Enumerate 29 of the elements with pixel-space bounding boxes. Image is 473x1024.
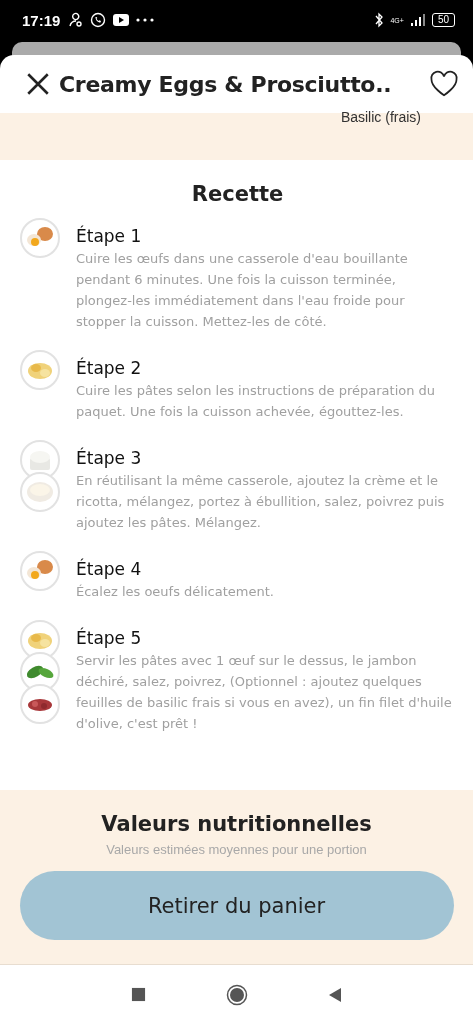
- signal-icon: [409, 13, 426, 27]
- step-text: En réutilisant la même casserole, ajoutez la crème et le ricotta, mélangez, portez à ébullition, salez, poivrez puis ajoutez les pâtes. Mélangez.: [76, 472, 446, 532]
- home-icon[interactable]: [226, 983, 248, 1006]
- step-text: Servir les pâtes avec 1 œuf sur le dessus, le jambon déchiré, salez, poivrez, (Optionnel : ajoutez quelques feuilles de basilic frais si vous en avez), un fin filet d'huile d'olive, c'est prêt !: [76, 652, 453, 733]
- close-icon[interactable]: [25, 71, 51, 97]
- section-subtitle: Valeurs estimées moyennes pour une portion: [106, 842, 367, 857]
- step-text: Cuire les pâtes selon les instructions de préparation du paquet. Une fois la cuisson achevée, égouttez-les.: [76, 382, 437, 421]
- step-title: Étape 5: [76, 628, 143, 648]
- ingredient-name: Basilic (frais): [340, 109, 421, 127]
- person-icon: [68, 12, 85, 28]
- step-title: Étape 4: [76, 559, 143, 579]
- battery-level: 50: [431, 13, 455, 27]
- more-icon: [136, 18, 155, 22]
- recents-icon[interactable]: [131, 987, 146, 1002]
- step-title: Étape 1: [76, 226, 143, 246]
- step-text: Cuire les œufs dans une casserole d'eau bouillante pendant 6 minutes. Une fois la cuisson terminée, plongez-les immédiatement dans l'eau froide pour stopper la cuisson. Mettez-les de côté.: [76, 250, 409, 331]
- section-title: Recette: [190, 182, 285, 206]
- section-title: Valeurs nutritionnelles: [101, 812, 372, 836]
- back-icon[interactable]: [328, 986, 342, 1003]
- status-time: 17:19: [22, 11, 61, 29]
- phone-icon: [90, 12, 107, 28]
- step-title: Étape 3: [76, 448, 143, 468]
- step-title: Étape 2: [76, 358, 143, 378]
- step-text: Écalez les oeufs délicatement.: [76, 583, 275, 601]
- bluetooth-icon: [374, 12, 385, 28]
- recipe-title: Creamy Eggs & Prosciutto..: [59, 71, 393, 97]
- remove-from-cart-button[interactable]: Retirer du panier: [19, 871, 454, 940]
- heart-icon[interactable]: [429, 70, 459, 98]
- video-icon: [112, 13, 131, 27]
